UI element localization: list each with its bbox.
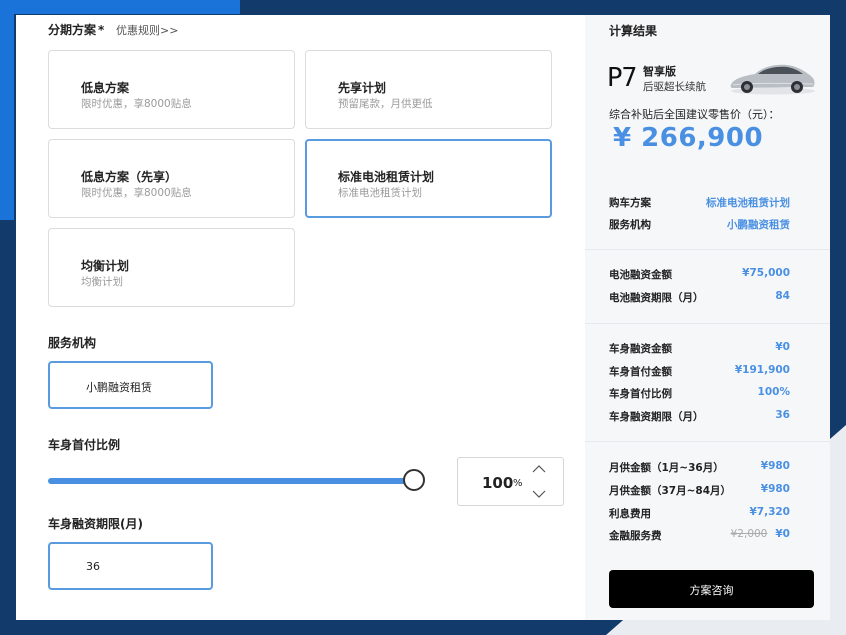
row-value: 84: [775, 290, 790, 302]
plan-card-balanced[interactable]: 均衡计划 均衡计划: [48, 228, 295, 307]
result-row: 电池融资金额 ¥75,000: [609, 267, 790, 281]
plan-name: 先享计划: [338, 81, 387, 95]
consult-button-label: 方案咨询: [689, 584, 734, 597]
plan-name: 均衡计划: [81, 259, 130, 273]
model-sub: 后驱超长续航: [643, 81, 706, 93]
downpay-slider-track[interactable]: [48, 478, 414, 484]
rules-link[interactable]: 优惠规则>>: [116, 22, 178, 38]
stepper-value: 100: [482, 474, 514, 492]
divider: [585, 249, 830, 250]
fee-value: ¥0: [775, 528, 790, 540]
car-image: [727, 55, 817, 97]
plan-desc: 限时优惠，享8000贴息: [81, 187, 192, 199]
result-row: 购车方案 标准电池租赁计划: [609, 195, 790, 209]
service-option-button[interactable]: 小鹏融资租赁: [48, 361, 213, 409]
plan-card-low-interest[interactable]: 低息方案 限时优惠，享8000贴息: [48, 50, 295, 129]
stepper-unit: %: [513, 478, 523, 489]
downpay-section-title: 车身首付比例: [48, 438, 121, 452]
plan-name: 低息方案（先享）: [81, 170, 178, 184]
row-label: 购车方案: [609, 197, 651, 209]
row-value: ¥75,000: [742, 267, 790, 279]
row-value: ¥980: [760, 460, 790, 472]
plan-desc: 预留尾款，月供更低: [338, 98, 433, 110]
row-label: 车身首付金额: [609, 366, 672, 378]
plan-name: 标准电池租赁计划: [338, 170, 435, 184]
price-value: ¥ 266,900: [613, 123, 764, 153]
result-row: 利息费用 ¥7,320: [609, 506, 790, 520]
divider: [585, 323, 830, 324]
result-pane: 计算结果 P7 智享版 后驱超长续航 综合补贴后全国建议零售价（元）： ¥ 26…: [585, 15, 830, 620]
chevron-down-icon[interactable]: [532, 487, 546, 501]
model-name: 智享版: [643, 65, 676, 78]
row-value: ¥0: [775, 341, 790, 353]
original-fee: ¥2,000: [730, 528, 768, 540]
background-stripe: [0, 0, 240, 14]
result-row: 月供金额（1月~36月） ¥980: [609, 460, 790, 474]
result-row: 服务机构 小鹏融资租赁: [609, 217, 790, 231]
result-row: 车身首付比例 100%: [609, 386, 790, 400]
p7-logo: P7: [607, 63, 637, 93]
row-value: ¥980: [760, 483, 790, 495]
consult-button[interactable]: 方案咨询: [609, 570, 814, 608]
row-label: 金融服务费: [609, 530, 662, 542]
background-stripe: [0, 0, 14, 220]
row-value: ¥7,320: [749, 506, 790, 518]
result-row: 月供金额（37月~84月） ¥980: [609, 483, 790, 497]
row-label: 月供金额（1月~36月）: [609, 462, 724, 474]
plan-card-battery-lease[interactable]: 标准电池租赁计划 标准电池租赁计划: [305, 139, 552, 218]
row-value: 100%: [757, 386, 790, 398]
row-value: ¥2,000 ¥0: [731, 528, 790, 540]
options-pane: 分期方案 * 优惠规则>> 低息方案 限时优惠，享8000贴息 先享计划 预留尾款…: [16, 15, 584, 620]
row-label: 车身融资期限（月）: [609, 411, 704, 423]
plan-desc: 标准电池租赁计划: [338, 187, 422, 199]
price-label: 综合补贴后全国建议零售价（元）：: [609, 108, 780, 121]
row-value: 标准电池租赁计划: [706, 197, 790, 209]
result-row: 电池融资期限（月） 84: [609, 290, 790, 304]
row-label: 服务机构: [609, 219, 651, 231]
row-label: 电池融资金额: [609, 269, 672, 281]
service-option-label: 小鹏融资租赁: [86, 381, 152, 394]
row-label: 电池融资期限（月）: [609, 292, 704, 304]
term-option-button[interactable]: 36: [48, 542, 213, 590]
service-section-title: 服务机构: [48, 336, 97, 350]
row-value: 小鹏融资租赁: [727, 219, 790, 231]
divider: [585, 441, 830, 442]
chevron-up-icon[interactable]: [532, 462, 546, 476]
row-label: 利息费用: [609, 508, 651, 520]
plan-card-enjoy-first[interactable]: 先享计划 预留尾款，月供更低: [305, 50, 552, 129]
result-row: 车身首付金额 ¥191,900: [609, 364, 790, 378]
result-row: 金融服务费 ¥2,000 ¥0: [609, 528, 790, 542]
downpay-stepper[interactable]: 100 %: [457, 457, 564, 506]
plan-desc: 限时优惠，享8000贴息: [81, 98, 192, 110]
row-value: ¥191,900: [734, 364, 790, 376]
plan-desc: 均衡计划: [81, 276, 123, 288]
row-label: 车身首付比例: [609, 388, 672, 400]
row-label: 车身融资金额: [609, 343, 672, 355]
term-section-title: 车身融资期限(月): [48, 517, 143, 531]
result-title: 计算结果: [609, 24, 658, 38]
plan-section-title: 分期方案 *: [48, 23, 105, 37]
calculator-panel: 分期方案 * 优惠规则>> 低息方案 限时优惠，享8000贴息 先享计划 预留尾款…: [16, 15, 830, 620]
result-row: 车身融资金额 ¥0: [609, 341, 790, 355]
term-option-label: 36: [86, 560, 100, 573]
row-label: 月供金额（37月~84月）: [609, 485, 732, 497]
plan-card-low-interest-enjoy[interactable]: 低息方案（先享） 限时优惠，享8000贴息: [48, 139, 295, 218]
row-value: 36: [775, 409, 790, 421]
plan-name: 低息方案: [81, 81, 130, 95]
result-row: 车身融资期限（月） 36: [609, 409, 790, 423]
downpay-slider-handle[interactable]: [403, 469, 425, 491]
